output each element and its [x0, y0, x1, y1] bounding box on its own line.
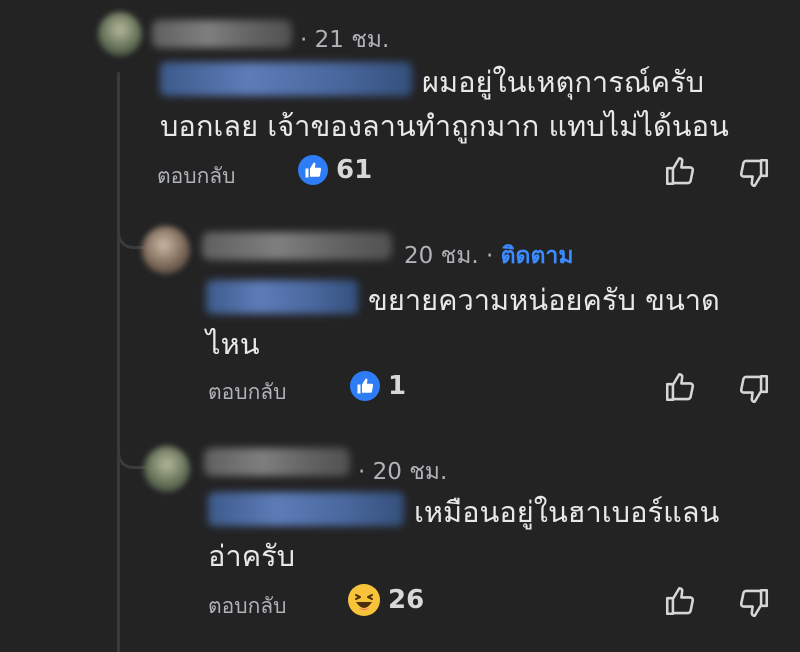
reaction-summary[interactable]: 26 [348, 584, 424, 616]
comment-time: 20 ชม. · ติดตาม [404, 238, 574, 274]
reply-button[interactable]: ตอบกลับ [208, 590, 287, 623]
like-icon [350, 371, 380, 401]
follow-link[interactable]: ติดตาม [501, 243, 574, 269]
author-name[interactable] [204, 448, 350, 476]
avatar[interactable] [144, 446, 190, 492]
thread-line [117, 72, 120, 652]
comment-time-text[interactable]: 20 ชม. · [404, 243, 493, 269]
thumbs-down-icon[interactable] [737, 156, 771, 190]
avatar[interactable] [98, 12, 142, 56]
reaction-summary[interactable]: 1 [350, 371, 406, 401]
thumbs-down-icon[interactable] [737, 372, 771, 406]
thumbs-down-icon[interactable] [737, 586, 771, 620]
reply-button[interactable]: ตอบกลับ [208, 376, 287, 409]
reaction-count: 61 [336, 155, 373, 185]
thumbs-up-icon[interactable] [663, 370, 697, 404]
reply-button[interactable]: ตอบกลับ [157, 160, 236, 193]
comment-time[interactable]: · 20 ชม. [358, 454, 447, 490]
thumbs-up-icon[interactable] [663, 154, 697, 188]
like-icon [298, 155, 328, 185]
comment-text: เหมือนอยู่ในฮาเบอร์แลน อ่าครับ [208, 495, 720, 573]
author-name[interactable] [202, 232, 392, 260]
reaction-summary[interactable]: 61 [298, 155, 372, 185]
reaction-count: 26 [388, 585, 425, 615]
haha-icon [348, 584, 380, 616]
comment-text: ผมอยู่ในเหตุการณ์ครับ บอกเลย เจ้าของลานท… [160, 65, 729, 143]
thumbs-up-icon[interactable] [663, 584, 697, 618]
avatar[interactable] [142, 226, 190, 274]
reaction-count: 1 [388, 371, 407, 401]
comment-text: ขยายความหน่อยครับ ขนาด ไหน [206, 283, 720, 361]
comment-time[interactable]: · 21 ชม. [300, 22, 389, 58]
author-name[interactable] [152, 20, 292, 48]
